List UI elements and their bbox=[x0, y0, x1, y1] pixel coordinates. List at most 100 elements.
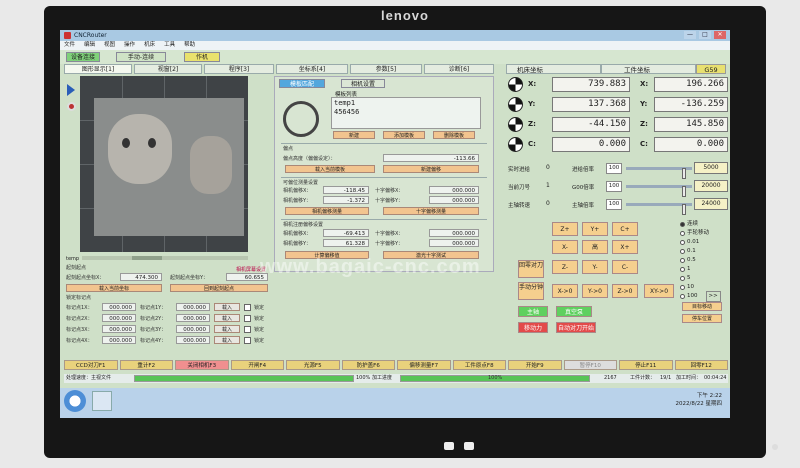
menu-help[interactable]: 帮助 bbox=[184, 41, 195, 50]
reg-offset-x-field[interactable]: -69.413 bbox=[323, 229, 369, 237]
mark2-lock-checkbox[interactable] bbox=[244, 315, 251, 322]
list-item[interactable]: 456456 bbox=[334, 108, 478, 117]
jog-x-minus-button[interactable]: X- bbox=[552, 240, 578, 254]
work-origin-f8-button[interactable]: 工件原点F8 bbox=[452, 360, 506, 370]
tab-diagnostics[interactable]: 诊断[6] bbox=[424, 64, 494, 74]
slider-knob[interactable] bbox=[682, 186, 687, 197]
tab-template-match[interactable]: 模板匹配 bbox=[279, 79, 325, 88]
mark3-x-field[interactable]: 000.000 bbox=[102, 325, 136, 333]
axis-zero-icon[interactable] bbox=[508, 97, 523, 112]
camera-offset-x-field[interactable]: -118.45 bbox=[323, 186, 369, 194]
slider-knob[interactable] bbox=[682, 204, 687, 215]
tab-coordinates[interactable]: 坐标系[4] bbox=[276, 64, 348, 74]
reg-cross-y-field[interactable]: 000.000 bbox=[429, 239, 479, 247]
tab-graphics[interactable]: 图形显示[1] bbox=[64, 64, 132, 74]
radio-icon[interactable] bbox=[680, 285, 685, 290]
step-option[interactable]: 5 bbox=[680, 274, 730, 283]
pause-f10-button[interactable]: 暂停F10 bbox=[563, 360, 617, 370]
stop-f11-button[interactable]: 停止F11 bbox=[619, 360, 673, 370]
add-template-button[interactable]: 添加模板 bbox=[383, 131, 425, 139]
load-current-coord-button[interactable]: 载入当前坐标 bbox=[66, 284, 162, 292]
g00-set-field[interactable]: 20000 bbox=[694, 180, 728, 192]
menu-machine[interactable]: 机床 bbox=[144, 41, 155, 50]
cross-offset-x-field[interactable]: 000.000 bbox=[429, 186, 479, 194]
menu-edit[interactable]: 编辑 bbox=[84, 41, 95, 50]
taskbar-app-icon[interactable] bbox=[92, 391, 112, 411]
jog-y-plus-button[interactable]: Y+ bbox=[582, 222, 608, 236]
menu-operate[interactable]: 操作 bbox=[124, 41, 135, 50]
wcs-badge[interactable]: G59 bbox=[696, 64, 726, 74]
load-template-button[interactable]: 载入当前模板 bbox=[285, 165, 375, 173]
tab-camera-settings[interactable]: 相机设置 bbox=[341, 79, 385, 88]
power-button-icon[interactable] bbox=[772, 444, 778, 450]
mark3-load-button[interactable]: 载入 bbox=[214, 325, 240, 333]
offset-measure-f7-button[interactable]: 偏移测量F7 bbox=[397, 360, 451, 370]
mark2-load-button[interactable]: 载入 bbox=[214, 314, 240, 322]
vacuum-pump-button[interactable]: 真空泵 bbox=[556, 306, 592, 317]
radio-icon[interactable] bbox=[680, 267, 685, 272]
device-connect-button[interactable]: 设备连接 bbox=[66, 52, 100, 62]
manual-continuous-button[interactable]: 手动-连续 bbox=[116, 52, 166, 62]
return-zero-button[interactable]: 回零对刀 bbox=[518, 260, 544, 278]
start-f9-button[interactable]: 开始F9 bbox=[508, 360, 562, 370]
feed-set-field[interactable]: 5000 bbox=[694, 162, 728, 174]
mark4-load-button[interactable]: 载入 bbox=[214, 336, 240, 344]
guard-f6-button[interactable]: 防护盖F6 bbox=[341, 360, 395, 370]
radio-icon[interactable] bbox=[680, 249, 685, 254]
move-force-button[interactable]: 移动力 bbox=[518, 322, 548, 333]
ccd-tool-f1-button[interactable]: CCD对刀F1 bbox=[64, 360, 118, 370]
camera-offset-y-field[interactable]: -1.372 bbox=[323, 196, 369, 204]
jog-y-minus-button[interactable]: Y- bbox=[582, 260, 608, 274]
open-gate-f4-button[interactable]: 开闸F4 bbox=[230, 360, 284, 370]
radio-icon[interactable] bbox=[680, 294, 685, 299]
delete-template-button[interactable]: 删除模板 bbox=[433, 131, 475, 139]
menu-view[interactable]: 视图 bbox=[104, 41, 115, 50]
new-offset-button[interactable]: 新建偏移 bbox=[383, 165, 479, 173]
maximize-button[interactable]: □ bbox=[699, 31, 711, 39]
taskbar-clock[interactable]: 下午 2:22 2022/8/22 星期四 bbox=[676, 392, 722, 408]
y-to-zero-button[interactable]: Y->0 bbox=[582, 284, 608, 298]
step-option[interactable]: 手轮移动 bbox=[680, 229, 730, 238]
mark2-y-field[interactable]: 000.000 bbox=[176, 314, 210, 322]
minimize-button[interactable]: — bbox=[684, 31, 696, 39]
target-move-button[interactable]: 目标移动 bbox=[682, 302, 722, 311]
x-to-zero-button[interactable]: X->0 bbox=[552, 284, 578, 298]
point-height-field[interactable]: -113.66 bbox=[383, 154, 479, 162]
jog-high-speed-button[interactable]: 高 bbox=[582, 240, 608, 254]
radio-icon[interactable] bbox=[680, 231, 685, 236]
axis-zero-icon[interactable] bbox=[508, 137, 523, 152]
close-button[interactable]: ✕ bbox=[714, 31, 726, 39]
mark1-lock-checkbox[interactable] bbox=[244, 304, 251, 311]
tab-view[interactable]: 视窗[2] bbox=[134, 64, 202, 74]
step-option[interactable]: 1 bbox=[680, 265, 730, 274]
jog-c-minus-button[interactable]: C- bbox=[612, 260, 638, 274]
mark2-x-field[interactable]: 000.000 bbox=[102, 314, 136, 322]
radio-icon[interactable] bbox=[680, 240, 685, 245]
g00-override-slider[interactable] bbox=[626, 185, 692, 197]
cross-offset-y-field[interactable]: 000.000 bbox=[429, 196, 479, 204]
radio-icon[interactable] bbox=[680, 222, 685, 227]
spindle-override-slider[interactable] bbox=[626, 203, 692, 215]
list-item[interactable]: temp1 bbox=[334, 99, 478, 108]
jog-z-plus-button[interactable]: Z+ bbox=[552, 222, 578, 236]
mark1-y-field[interactable]: 000.000 bbox=[176, 303, 210, 311]
z-to-zero-button[interactable]: Z->0 bbox=[612, 284, 638, 298]
start-x-field[interactable]: 474.300 bbox=[120, 273, 162, 281]
spindle-button[interactable]: 主轴 bbox=[518, 306, 548, 317]
more-button[interactable]: >> bbox=[705, 291, 721, 302]
camera-offset-measure-button[interactable]: 相机偏移测量 bbox=[285, 207, 369, 215]
park-position-button[interactable]: 停车位置 bbox=[682, 314, 722, 323]
radio-icon[interactable] bbox=[680, 258, 685, 263]
step-option[interactable]: 0.5 bbox=[680, 256, 730, 265]
mark4-x-field[interactable]: 000.000 bbox=[102, 336, 136, 344]
jog-x-plus-button[interactable]: X+ bbox=[612, 240, 638, 254]
step-option[interactable]: 100 >> bbox=[680, 291, 730, 302]
home-f12-button[interactable]: 回零F12 bbox=[674, 360, 728, 370]
play-icon[interactable] bbox=[67, 84, 75, 96]
step-option[interactable]: 0.1 bbox=[680, 247, 730, 256]
mark3-y-field[interactable]: 000.000 bbox=[176, 325, 210, 333]
start-button-icon[interactable] bbox=[64, 390, 86, 412]
close-camera-f3-button[interactable]: 关闭相机F3 bbox=[175, 360, 229, 370]
step-option[interactable]: 连续 bbox=[680, 220, 730, 229]
reg-offset-y-field[interactable]: 61.328 bbox=[323, 239, 369, 247]
